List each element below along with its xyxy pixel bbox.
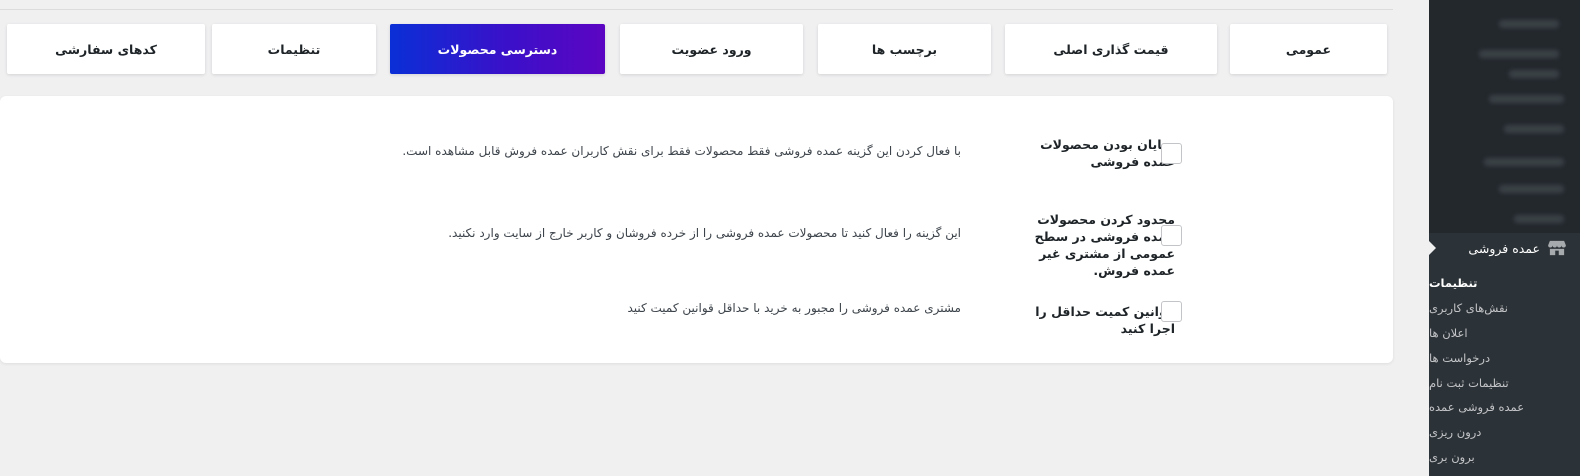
tab-labels[interactable]: برچسب ها: [818, 24, 991, 74]
tab-product-access[interactable]: دسترسی محصولات: [390, 24, 605, 74]
setting-label-min-quantity: قوانین کمیت حداقل را اجرا کنید: [1035, 304, 1175, 336]
wholesale-visibility-checkbox[interactable]: [1161, 143, 1182, 164]
setting-label-wholesale-visibility: نمایان بودن محصولات عمده فروشی: [1040, 137, 1175, 169]
submenu-item-export[interactable]: برون بری: [1429, 445, 1580, 470]
submenu-item-import[interactable]: درون ریزی: [1429, 420, 1580, 445]
tab-settings[interactable]: تنظیمات: [212, 24, 376, 74]
tab-general[interactable]: عمومی: [1230, 24, 1387, 74]
min-quantity-checkbox[interactable]: [1161, 301, 1182, 322]
restrict-public-checkbox[interactable]: [1161, 225, 1182, 246]
sidebar-submenu: تنظیمات نقش‌های کاربری اعلان ها درخواست …: [1429, 271, 1580, 470]
submenu-item-bulk-wholesale[interactable]: عمده فروشی عمده: [1429, 395, 1580, 420]
settings-panel: نمایان بودن محصولات عمده فروشی با فعال ک…: [0, 96, 1393, 363]
top-divider: [0, 9, 1393, 10]
tab-custom-codes[interactable]: کدهای سفارشی: [7, 24, 205, 74]
setting-label-restrict-public: محدود کردن محصولات عمده فروشی در سطح عمو…: [1034, 212, 1175, 278]
store-icon: [1548, 240, 1566, 256]
tab-login-membership[interactable]: ورود عضویت: [620, 24, 803, 74]
sidebar-item-wholesale-label: عمده فروشی: [1468, 240, 1540, 256]
tab-base-pricing[interactable]: قیمت گذاری اصلی: [1005, 24, 1217, 74]
submenu-item-settings[interactable]: تنظیمات: [1429, 271, 1580, 296]
submenu-item-registration-settings[interactable]: تنظیمات ثبت نام: [1429, 370, 1580, 395]
submenu-item-user-roles[interactable]: نقش‌های کاربری: [1429, 296, 1580, 321]
current-menu-pointer: [1429, 241, 1436, 255]
submenu-item-notifications[interactable]: اعلان ها: [1429, 321, 1580, 346]
sidebar-item-wholesale[interactable]: عمده فروشی: [1429, 233, 1580, 263]
sidebar-blurred-menu: [1429, 0, 1580, 233]
setting-desc-min-quantity: مشتری عمده فروشی را مجبور به خرید با حدا…: [627, 301, 961, 315]
setting-desc-wholesale-visibility: با فعال کردن این گزینه عمده فروشی فقط مح…: [402, 144, 961, 158]
setting-desc-restrict-public: این گزینه را فعال کنید تا محصولات عمده ف…: [448, 226, 961, 240]
submenu-item-requests[interactable]: درخواست ها: [1429, 345, 1580, 370]
admin-sidebar: عمده فروشی تنظیمات نقش‌های کاربری اعلان …: [1429, 0, 1580, 476]
